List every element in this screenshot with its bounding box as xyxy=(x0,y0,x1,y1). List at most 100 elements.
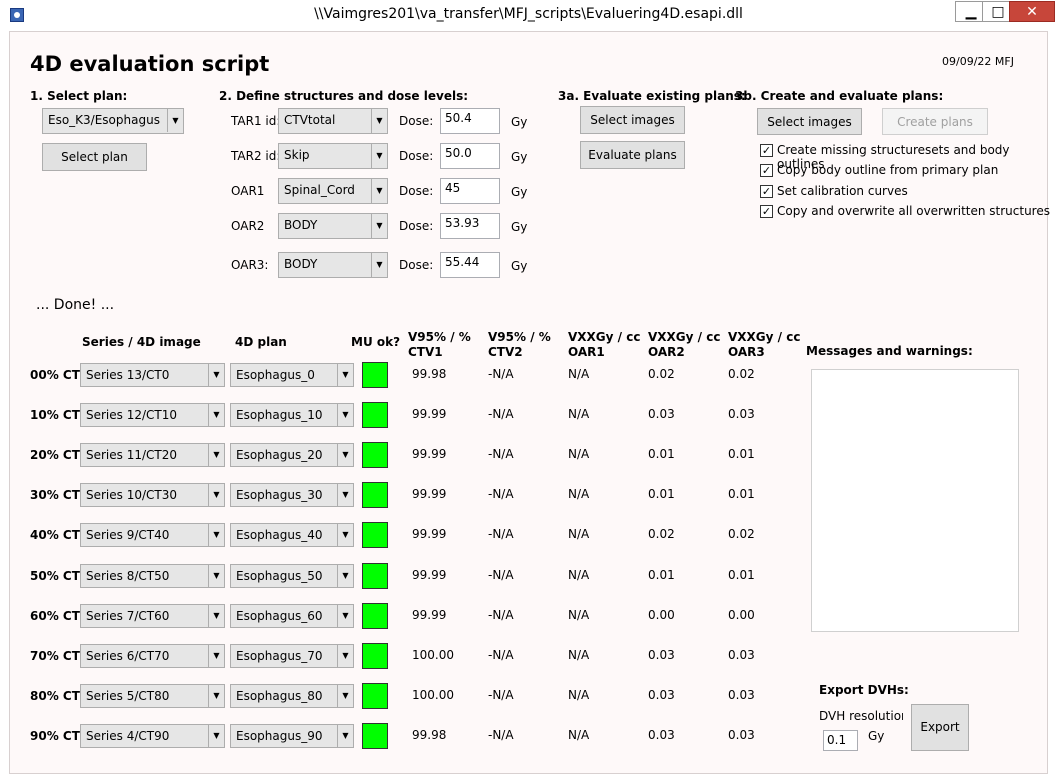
plan-dropdown[interactable]: Esophagus_60 ▼ xyxy=(230,603,354,628)
header-oar2: VXXGy / cc OAR2 xyxy=(648,330,720,360)
plan-dropdown[interactable]: Esophagus_80 ▼ xyxy=(230,683,354,708)
chevron-down-icon: ▼ xyxy=(337,364,353,386)
step2-heading: 2. Define structures and dose levels: xyxy=(219,89,469,103)
close-button[interactable]: ✕ xyxy=(1009,1,1055,22)
series-dropdown[interactable]: Series 6/CT70 ▼ xyxy=(80,643,225,668)
series-dropdown[interactable]: Series 4/CT90 ▼ xyxy=(80,723,225,748)
chevron-down-icon: ▼ xyxy=(337,724,353,747)
mu-ok-indicator xyxy=(362,722,388,749)
structure-dropdown[interactable]: Skip ▼ xyxy=(278,143,388,169)
chevron-down-icon: ▼ xyxy=(337,404,353,427)
mu-ok-indicator xyxy=(362,562,388,589)
plan-dropdown[interactable]: Esophagus_30 ▼ xyxy=(230,483,354,508)
option-checkbox[interactable]: ✓ xyxy=(760,164,773,177)
ctv2-value: -N/A xyxy=(488,407,514,422)
chevron-down-icon: ▼ xyxy=(337,524,353,547)
dose-input[interactable]: 50.4 xyxy=(440,108,500,134)
dose-input[interactable]: 50.0 xyxy=(440,143,500,169)
plan-dropdown[interactable]: Esophagus_40 ▼ xyxy=(230,523,354,548)
ctv2-value: -N/A xyxy=(488,727,514,742)
series-dropdown[interactable]: Series 9/CT40 ▼ xyxy=(80,523,225,548)
series-dropdown-value: Series 12/CT10 xyxy=(86,408,178,423)
header-oar3-line1: VXXGy / cc xyxy=(728,330,801,344)
series-dropdown-value: Series 7/CT60 xyxy=(86,608,170,623)
dose-label: Dose: xyxy=(399,114,434,128)
ctv2-value: -N/A xyxy=(488,447,514,462)
plan-dropdown[interactable]: Esophagus_20 ▼ xyxy=(230,443,354,468)
mu-ok-indicator xyxy=(362,642,388,669)
structure-label: OAR1 xyxy=(231,184,265,198)
series-dropdown[interactable]: Series 7/CT60 ▼ xyxy=(80,603,225,628)
select-images-button-3a[interactable]: Select images xyxy=(580,106,685,134)
oar2-value: 0.00 xyxy=(648,607,675,622)
plan-dropdown[interactable]: Eso_K3/Esophagus ▼ xyxy=(42,108,184,134)
structure-dropdown[interactable]: BODY ▼ xyxy=(278,252,388,278)
plan-dropdown-value: Esophagus_80 xyxy=(236,688,323,703)
select-images-button-3b[interactable]: Select images xyxy=(757,108,862,135)
dose-label: Dose: xyxy=(399,184,434,198)
chevron-down-icon: ▼ xyxy=(208,604,224,627)
chevron-down-icon: ▼ xyxy=(208,564,224,587)
ctv1-value: 100.00 xyxy=(412,687,454,702)
create-plans-button[interactable]: Create plans xyxy=(882,108,988,135)
dose-label: Dose: xyxy=(399,219,434,233)
series-dropdown-value: Series 6/CT70 xyxy=(86,648,170,663)
option-label: Copy and overwrite all overwritten struc… xyxy=(777,204,1050,218)
plan-dropdown-value: Esophagus_70 xyxy=(236,648,323,663)
series-dropdown[interactable]: Series 8/CT50 ▼ xyxy=(80,563,225,588)
series-dropdown[interactable]: Series 10/CT30 ▼ xyxy=(80,483,225,508)
dose-unit: Gy xyxy=(511,185,528,199)
chevron-down-icon: ▼ xyxy=(337,444,353,467)
plan-dropdown[interactable]: Esophagus_50 ▼ xyxy=(230,563,354,588)
oar1-value: N/A xyxy=(568,407,590,422)
oar1-value: N/A xyxy=(568,647,590,662)
ctv2-value: -N/A xyxy=(488,647,514,662)
plan-dropdown[interactable]: Esophagus_10 ▼ xyxy=(230,403,354,428)
phase-label: 90% CT xyxy=(30,728,80,743)
phase-label: 50% CT xyxy=(30,568,80,583)
series-dropdown-value: Series 11/CT20 xyxy=(86,448,178,463)
select-plan-button[interactable]: Select plan xyxy=(42,143,147,171)
oar1-value: N/A xyxy=(568,367,590,381)
header-oar2-line2: OAR2 xyxy=(648,345,685,359)
series-dropdown[interactable]: Series 13/CT0 ▼ xyxy=(80,363,225,387)
header-oar1-line2: OAR1 xyxy=(568,345,605,359)
ctv1-value: 99.99 xyxy=(412,527,447,542)
header-oar3-line2: OAR3 xyxy=(728,345,765,359)
chevron-down-icon: ▼ xyxy=(371,109,387,133)
oar2-value: 0.03 xyxy=(648,727,675,742)
plan-dropdown-value: Esophagus_60 xyxy=(236,608,323,623)
oar2-value: 0.01 xyxy=(648,447,675,462)
ctv2-value: -N/A xyxy=(488,607,514,622)
option-checkbox[interactable]: ✓ xyxy=(760,144,773,157)
series-dropdown[interactable]: Series 5/CT80 ▼ xyxy=(80,683,225,708)
plan-dropdown[interactable]: Esophagus_70 ▼ xyxy=(230,643,354,668)
plan-dropdown-value: Esophagus_0 xyxy=(236,368,315,382)
window-title: \\Vaimgres201\va_transfer\MFJ_scripts\Ev… xyxy=(314,6,743,22)
chevron-down-icon: ▼ xyxy=(208,724,224,747)
dvh-resolution-input[interactable]: 0.1 xyxy=(823,730,858,751)
ctv2-value: -N/A xyxy=(488,687,514,702)
plan-dropdown[interactable]: Esophagus_0 ▼ xyxy=(230,363,354,387)
structure-dropdown[interactable]: BODY ▼ xyxy=(278,213,388,239)
ctv2-value: -N/A xyxy=(488,527,514,542)
dose-input[interactable]: 45 xyxy=(440,178,500,204)
series-dropdown[interactable]: Series 11/CT20 ▼ xyxy=(80,443,225,468)
messages-box[interactable] xyxy=(811,369,1019,632)
mu-ok-indicator xyxy=(362,482,388,509)
ctv1-value: 99.99 xyxy=(412,567,447,582)
series-dropdown-value: Series 5/CT80 xyxy=(86,688,170,703)
option-checkbox[interactable]: ✓ xyxy=(760,185,773,198)
option-checkbox[interactable]: ✓ xyxy=(760,205,773,218)
structure-dropdown[interactable]: CTVtotal ▼ xyxy=(278,108,388,134)
oar3-value: 0.00 xyxy=(728,607,755,622)
plan-dropdown[interactable]: Esophagus_90 ▼ xyxy=(230,723,354,748)
dose-input[interactable]: 53.93 xyxy=(440,213,500,239)
export-button[interactable]: Export xyxy=(911,704,969,751)
series-dropdown[interactable]: Series 12/CT10 ▼ xyxy=(80,403,225,428)
structure-dropdown[interactable]: Spinal_Cord ▼ xyxy=(278,178,388,204)
oar1-value: N/A xyxy=(568,567,590,582)
dose-input[interactable]: 55.44 xyxy=(440,252,500,278)
evaluate-plans-button[interactable]: Evaluate plans xyxy=(580,141,685,169)
oar2-value: 0.03 xyxy=(648,647,675,662)
